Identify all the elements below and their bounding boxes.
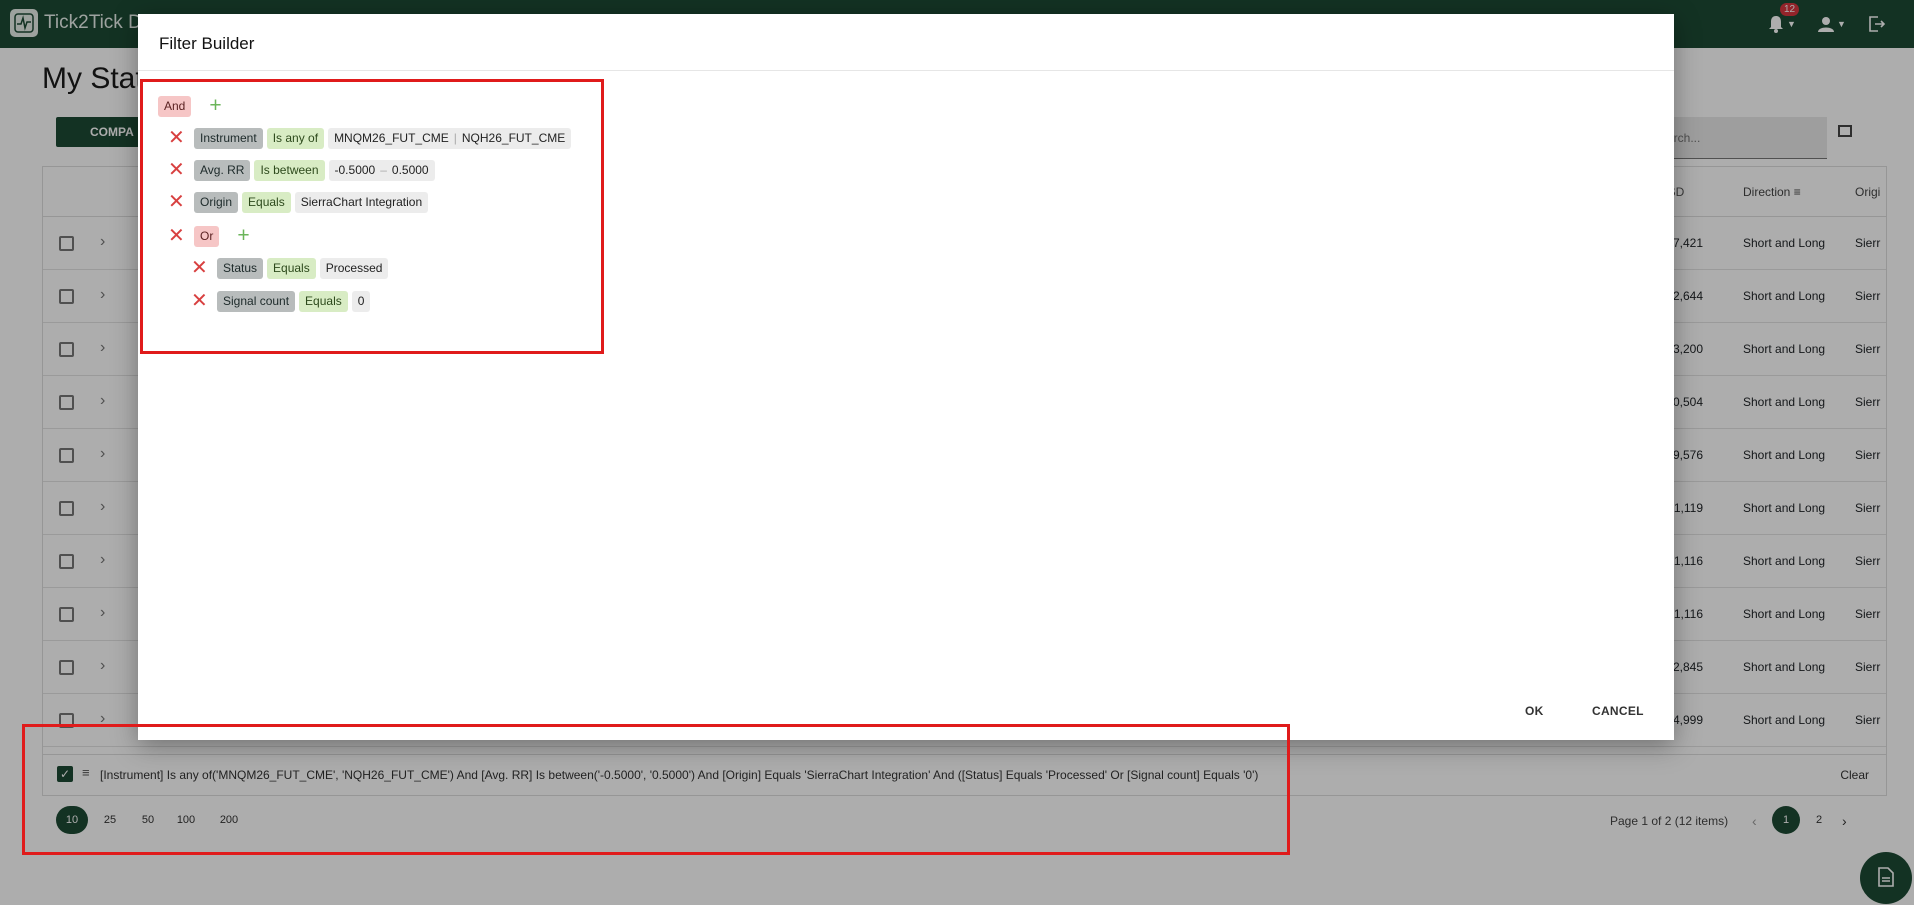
filter-group-or: ✕ Or + [168,224,250,248]
dialog-header: Filter Builder [138,14,1674,71]
add-condition-icon[interactable]: + [209,95,221,116]
condition-values[interactable]: MNQM26_FUT_CME | NQH26_FUT_CME [328,127,572,149]
dialog-title: Filter Builder [159,34,255,53]
cancel-button[interactable]: CANCEL [1592,704,1644,718]
group-operator-or[interactable]: Or [194,225,220,247]
filter-condition: ✕ Status Equals Processed [191,256,392,280]
condition-value[interactable]: MNQM26_FUT_CME [334,131,449,145]
filter-builder-dialog: Filter Builder And + ✕ Instrument Is any… [138,14,1674,740]
remove-condition-icon[interactable]: ✕ [168,128,186,148]
condition-value-from[interactable]: -0.5000 [335,163,376,177]
filter-condition: ✕ Signal count Equals 0 [191,289,374,313]
ok-button[interactable]: OK [1525,704,1544,718]
condition-value[interactable]: NQH26_FUT_CME [462,131,565,145]
condition-field[interactable]: Signal count [217,290,296,312]
remove-condition-icon[interactable]: ✕ [191,258,209,278]
filter-condition: ✕ Instrument Is any of MNQM26_FUT_CME | NQ… [168,126,575,150]
condition-values[interactable]: -0.5000–0.5000 [328,159,435,181]
condition-field[interactable]: Status [217,257,264,279]
condition-operator[interactable]: Equals [299,290,348,312]
filter-condition: ✕ Origin Equals SierraChart Integration [168,190,432,214]
condition-operator[interactable]: Equals [242,191,291,213]
condition-operator[interactable]: Equals [267,257,316,279]
remove-condition-icon[interactable]: ✕ [168,160,186,180]
add-condition-icon[interactable]: + [237,225,249,246]
condition-field[interactable]: Instrument [194,127,263,149]
filter-condition: ✕ Avg. RR Is between -0.5000–0.5000 [168,158,439,182]
remove-group-icon[interactable]: ✕ [168,226,186,246]
condition-value[interactable]: Processed [319,257,389,279]
remove-condition-icon[interactable]: ✕ [191,291,209,311]
condition-field[interactable]: Avg. RR [194,159,251,181]
condition-operator[interactable]: Is between [254,159,325,181]
condition-value[interactable]: 0 [351,290,371,312]
group-operator-and[interactable]: And [158,95,192,117]
condition-operator[interactable]: Is any of [266,127,325,149]
condition-field[interactable]: Origin [194,191,239,213]
filter-group-root: And + [158,94,222,118]
condition-value[interactable]: SierraChart Integration [294,191,429,213]
condition-value-to[interactable]: 0.5000 [392,163,429,177]
remove-condition-icon[interactable]: ✕ [168,192,186,212]
